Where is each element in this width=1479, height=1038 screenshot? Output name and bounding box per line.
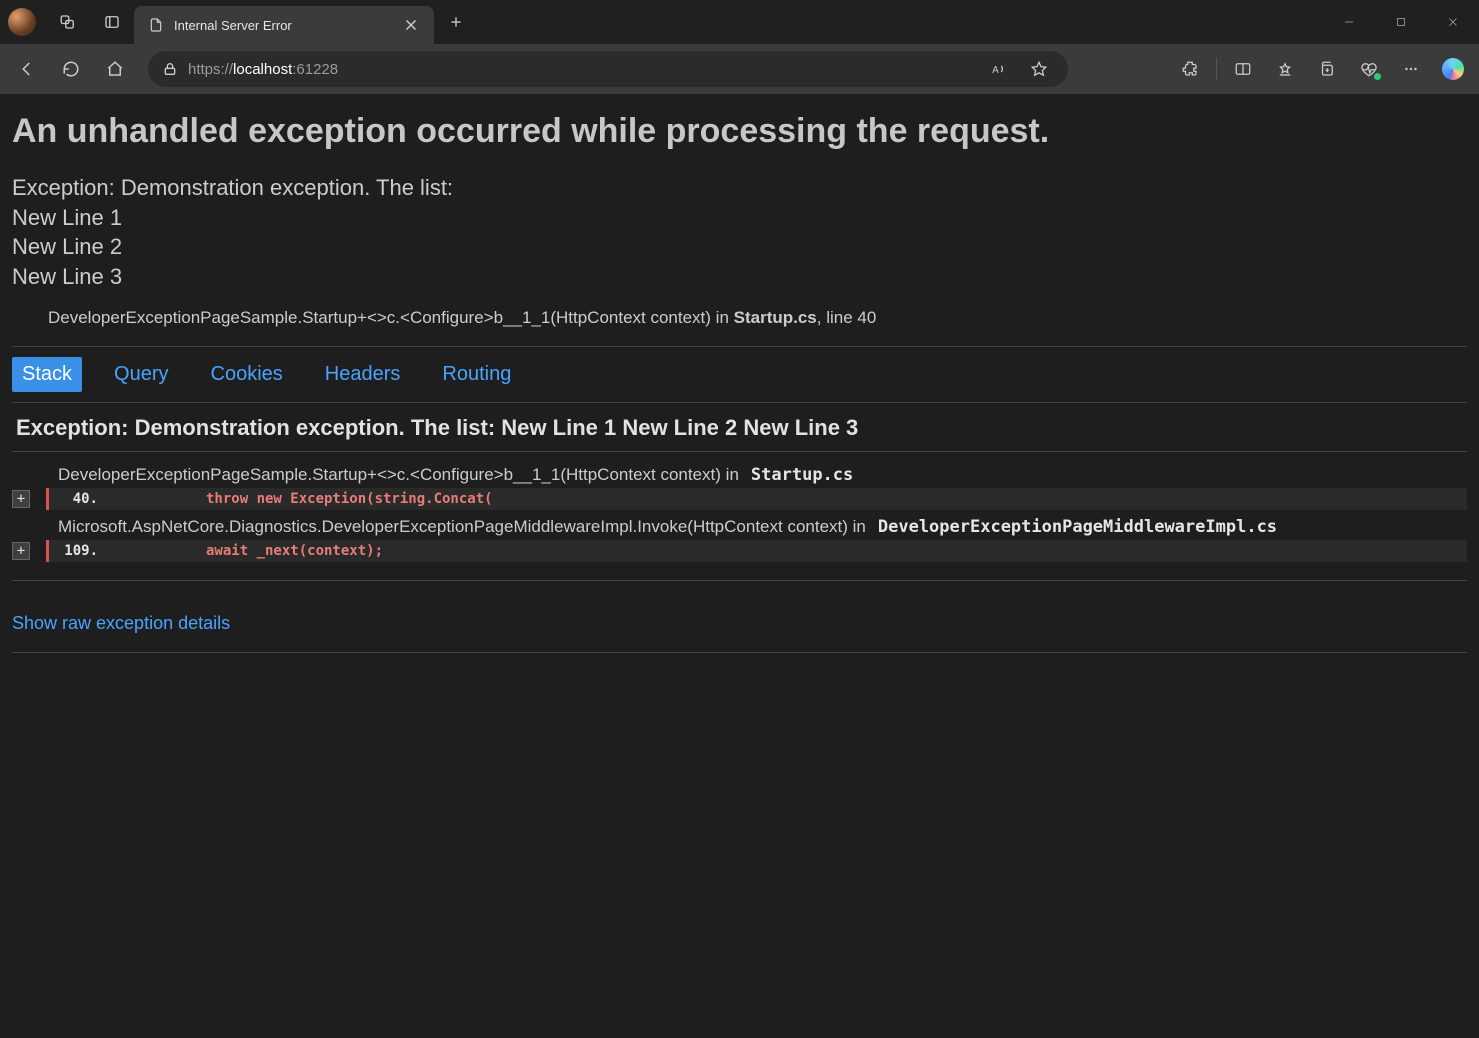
error-tabs: Stack Query Cookies Headers Routing: [12, 357, 1467, 392]
collections-icon[interactable]: [1307, 50, 1347, 88]
url-scheme: https://: [188, 61, 233, 78]
frame-file: Startup.cs: [751, 465, 853, 485]
source-line: throw new Exception(string.Concat(: [106, 488, 1467, 510]
frame-file: DeveloperExceptionPageMiddlewareImpl.cs: [878, 517, 1277, 537]
toolbar-separator: [1216, 58, 1217, 80]
stack-frame: Microsoft.AspNetCore.Diagnostics.Develop…: [12, 514, 1467, 562]
browser-tab[interactable]: Internal Server Error: [134, 6, 434, 44]
copilot-icon: [1442, 58, 1464, 80]
divider: [12, 451, 1467, 452]
window-controls: [1323, 0, 1479, 44]
page-content: An unhandled exception occurred while pr…: [0, 94, 1479, 1038]
minimize-button[interactable]: [1323, 0, 1375, 44]
favorites-bar-icon[interactable]: [1265, 50, 1305, 88]
tab-title: Internal Server Error: [174, 18, 392, 33]
maximize-button[interactable]: [1375, 0, 1427, 44]
divider: [12, 402, 1467, 403]
browser-toolbar: https://localhost:61228 A: [0, 44, 1479, 94]
source-line: await _next(context);: [106, 540, 1467, 562]
show-raw-exception-link[interactable]: Show raw exception details: [12, 613, 230, 634]
page-title: An unhandled exception occurred while pr…: [12, 112, 1467, 151]
lock-icon[interactable]: [162, 61, 178, 77]
stack-frame: DeveloperExceptionPageSample.Startup+<>c…: [12, 462, 1467, 510]
stack-frame-header: Microsoft.AspNetCore.Diagnostics.Develop…: [12, 514, 1467, 540]
url-host: localhost: [233, 61, 292, 78]
frame-method: DeveloperExceptionPageSample.Startup+<>c…: [58, 465, 739, 485]
svg-text:A: A: [992, 65, 999, 76]
line-number: 109.: [46, 540, 106, 562]
origin-file: Startup.cs: [734, 308, 817, 327]
divider: [12, 580, 1467, 581]
divider: [12, 652, 1467, 653]
line-number: 40.: [46, 488, 106, 510]
close-window-button[interactable]: [1427, 0, 1479, 44]
address-bar[interactable]: https://localhost:61228 A: [148, 51, 1068, 87]
home-button[interactable]: [94, 50, 136, 88]
read-aloud-icon[interactable]: A: [984, 54, 1014, 84]
titlebar: Internal Server Error: [0, 0, 1479, 44]
url-text: https://localhost:61228: [188, 61, 338, 78]
split-screen-icon[interactable]: [1223, 50, 1263, 88]
profile-avatar[interactable]: [8, 8, 36, 36]
extensions-icon[interactable]: [1170, 50, 1210, 88]
divider: [12, 346, 1467, 347]
tab-cookies[interactable]: Cookies: [201, 357, 293, 392]
exception-summary: Exception: Demonstration exception. The …: [12, 173, 1467, 292]
file-icon: [148, 17, 164, 33]
url-port: :61228: [292, 61, 338, 78]
refresh-button[interactable]: [50, 50, 92, 88]
more-menu-icon[interactable]: [1391, 50, 1431, 88]
tab-headers[interactable]: Headers: [315, 357, 411, 392]
origin-method: DeveloperExceptionPageSample.Startup+<>c…: [48, 308, 734, 327]
tab-stack[interactable]: Stack: [12, 357, 82, 392]
exception-origin: DeveloperExceptionPageSample.Startup+<>c…: [48, 308, 1467, 328]
expand-frame-button[interactable]: +: [12, 490, 30, 508]
close-tab-button[interactable]: [402, 16, 420, 34]
favorite-icon[interactable]: [1024, 54, 1054, 84]
workspaces-icon[interactable]: [46, 0, 90, 44]
browser-essentials-icon[interactable]: [1349, 50, 1389, 88]
tab-actions-icon[interactable]: [90, 0, 134, 44]
frame-method: Microsoft.AspNetCore.Diagnostics.Develop…: [58, 517, 866, 537]
stack-frame-header: DeveloperExceptionPageSample.Startup+<>c…: [12, 462, 1467, 488]
tab-routing[interactable]: Routing: [432, 357, 521, 392]
origin-line-no: , line 40: [817, 308, 877, 327]
stack-title: Exception: Demonstration exception. The …: [16, 415, 1467, 441]
back-button[interactable]: [6, 50, 48, 88]
expand-frame-button[interactable]: +: [12, 542, 30, 560]
copilot-button[interactable]: [1433, 50, 1473, 88]
new-tab-button[interactable]: [438, 4, 474, 40]
tab-query[interactable]: Query: [104, 357, 178, 392]
